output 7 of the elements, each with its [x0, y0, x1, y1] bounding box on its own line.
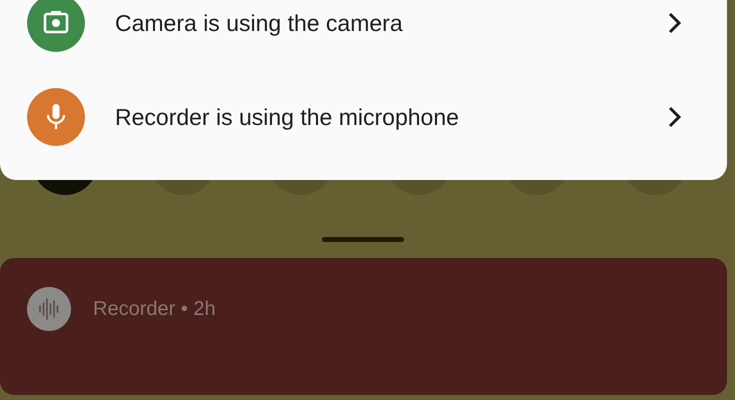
notification-header: Recorder • 2h	[93, 297, 216, 322]
chevron-icon	[668, 12, 682, 34]
drag-handle[interactable]	[322, 237, 404, 242]
privacy-item[interactable]: Camera is using the camera	[0, 0, 727, 70]
privacy-item[interactable]: Recorder is using the microphone	[0, 70, 727, 164]
waveform-icon	[27, 287, 71, 331]
chevron-icon	[668, 106, 682, 128]
